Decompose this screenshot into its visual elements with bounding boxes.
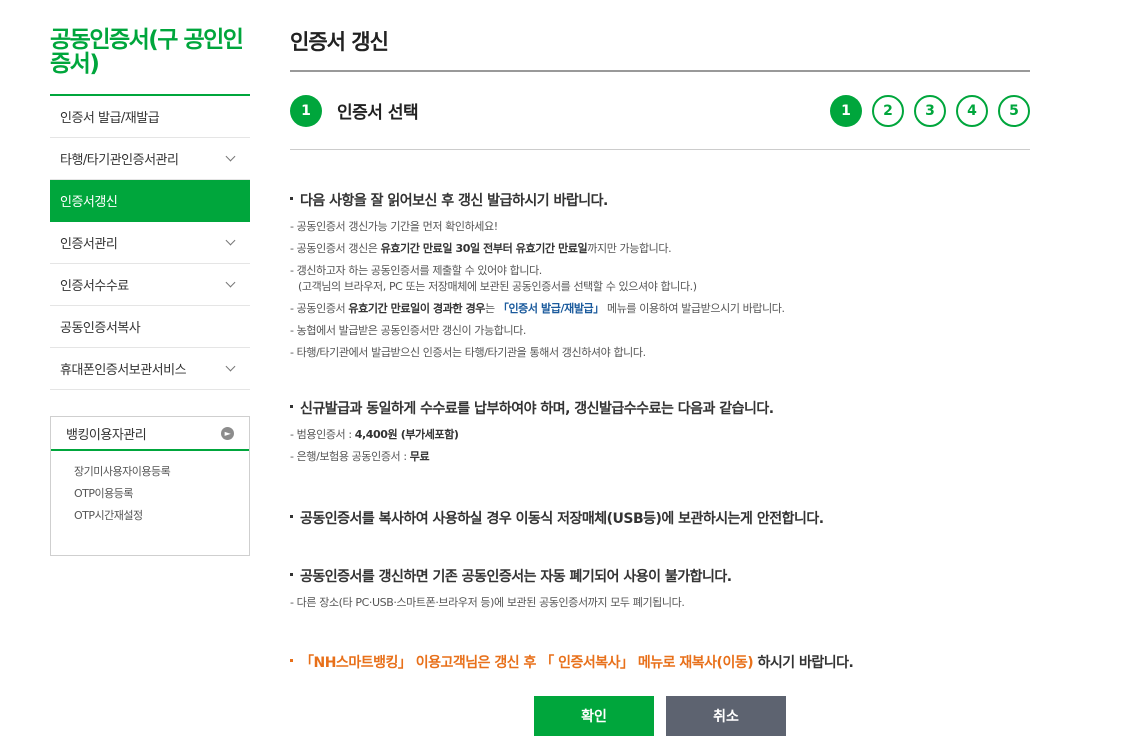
- step-indicator: 1 2 3 4 5: [830, 94, 1030, 127]
- notice-item: - 농협에서 발급받은 공동인증서만 갱신이 가능합니다.: [290, 324, 526, 337]
- notice-title-2: 신규발급과 동일하게 수수료를 납부하여야 하며, 갱신발급수수료는 다음과 같…: [290, 398, 1030, 418]
- notice-item: - 은행/보험용 공동인증서 : 무료: [290, 450, 430, 463]
- notice-content: 다음 사항을 잘 읽어보신 후 갱신 발급하시기 바랍니다. - 공동인증서 갱…: [290, 150, 1030, 672]
- chevron-down-icon: [225, 361, 236, 372]
- sidebar-item-cert-fee[interactable]: 인증서수수료: [50, 264, 250, 306]
- confirm-button[interactable]: 확인: [534, 696, 654, 736]
- sidebar-item-other-bank-cert[interactable]: 타행/타기관인증서관리: [50, 138, 250, 180]
- chevron-down-icon: [225, 151, 236, 162]
- arrow-right-circle-icon: ►: [221, 426, 234, 440]
- sidebar-item-cert-copy[interactable]: 공동인증서복사: [50, 306, 250, 348]
- chevron-down-icon: [225, 235, 236, 246]
- notice-item: - 갱신하고자 하는 공동인증서를 제출할 수 있어야 합니다. (고객님의 브라…: [290, 264, 697, 293]
- notice-title-1: 다음 사항을 잘 읽어보신 후 갱신 발급하시기 바랍니다.: [290, 190, 1030, 210]
- step-3: 3: [914, 94, 946, 127]
- sidebar-item-label: 인증서 발급/재발급: [60, 111, 160, 126]
- notice-list-4: - 다른 장소(타 PC·USB·스마트폰·브라우저 등)에 보관된 공동인증서…: [290, 592, 1030, 614]
- notice-title-5: 「NH스마트뱅킹」 이용고객님은 갱신 후 「 인증서복사」 메뉴로 재복사(이…: [290, 652, 1030, 672]
- sidebar-item-cert-renewal[interactable]: 인증서갱신: [50, 180, 250, 222]
- notice-item: - 공동인증서 갱신가능 기간을 먼저 확인하세요!: [290, 220, 498, 233]
- action-buttons: 확인 취소: [534, 696, 786, 736]
- sidebar-item-cert-issue[interactable]: 인증서 발급/재발급: [50, 96, 250, 138]
- step-2: 2: [872, 94, 904, 127]
- sidebar-item-label: 휴대폰인증서보관서비스: [60, 363, 187, 378]
- banking-user-box: 뱅킹이용자관리 ► 장기미사용자이용등록 OTP이용등록 OTP시간재설정: [50, 416, 250, 556]
- banking-link-otp-register[interactable]: OTP이용등록: [74, 483, 249, 505]
- chevron-down-icon: [225, 277, 236, 288]
- notice-title-4: 공동인증서를 갱신하면 기존 공동인증서는 자동 폐기되어 사용이 불가합니다.: [290, 566, 1030, 586]
- sidebar-item-cert-manage[interactable]: 인증서관리: [50, 222, 250, 264]
- notice-list-2: - 범용인증서 : 4,400원 (부가세포함) - 은행/보험용 공동인증서 …: [290, 424, 1030, 468]
- notice-list-1: - 공동인증서 갱신가능 기간을 먼저 확인하세요! - 공동인증서 갱신은 유…: [290, 216, 1030, 364]
- sidebar-item-label: 공동인증서복사: [60, 321, 141, 336]
- step-4: 4: [956, 94, 988, 127]
- banking-link-otp-time-reset[interactable]: OTP시간재설정: [74, 505, 249, 527]
- sidebar-menu: 인증서 발급/재발급 타행/타기관인증서관리 인증서갱신 인증서관리 인증서수수…: [50, 94, 250, 390]
- step-header: 1 인증서 선택 1 2 3 4 5: [290, 72, 1030, 150]
- notice-item: - 범용인증서 : 4,400원 (부가세포함): [290, 428, 459, 441]
- main-content: 인증서 갱신 1 인증서 선택 1 2 3 4 5 다음 사항을 잘 읽어보신 …: [290, 0, 1030, 672]
- sidebar-item-label: 인증서관리: [60, 237, 118, 252]
- step-1: 1: [830, 94, 862, 127]
- page-title: 인증서 갱신: [290, 0, 1030, 72]
- notice-item: - 공동인증서 유효기간 만료일이 경과한 경우는 「인증서 발급/재발급」 메…: [290, 302, 785, 315]
- banking-user-title: 뱅킹이용자관리: [66, 427, 147, 443]
- notice-item: - 다른 장소(타 PC·USB·스마트폰·브라우저 등)에 보관된 공동인증서…: [290, 596, 685, 609]
- sidebar-title: 공동인증서(구 공인인증서): [50, 27, 244, 77]
- sidebar-item-phone-cert-storage[interactable]: 휴대폰인증서보관서비스: [50, 348, 250, 390]
- current-step: 1 인증서 선택: [290, 94, 419, 127]
- banking-link-long-term-unused[interactable]: 장기미사용자이용등록: [74, 461, 249, 483]
- banking-user-list: 장기미사용자이용등록 OTP이용등록 OTP시간재설정: [51, 451, 249, 527]
- sidebar: 공동인증서(구 공인인증서) 인증서 발급/재발급 타행/타기관인증서관리 인증…: [50, 0, 250, 556]
- current-step-number: 1: [290, 94, 322, 127]
- notice-title-3: 공동인증서를 복사하여 사용하실 경우 이동식 저장매체(USB등)에 보관하시…: [290, 508, 1030, 528]
- sidebar-item-label: 인증서갱신: [60, 195, 118, 210]
- banking-user-header[interactable]: 뱅킹이용자관리 ►: [51, 417, 249, 451]
- sidebar-item-label: 타행/타기관인증서관리: [60, 153, 179, 168]
- sidebar-item-label: 인증서수수료: [60, 279, 129, 294]
- step-5: 5: [998, 94, 1030, 127]
- notice-item: - 공동인증서 갱신은 유효기간 만료일 30일 전부터 유효기간 만료일까지만…: [290, 242, 672, 255]
- current-step-label: 인증서 선택: [337, 103, 419, 123]
- cert-issue-link[interactable]: 「인증서 발급/재발급」: [498, 302, 604, 315]
- cancel-button[interactable]: 취소: [666, 696, 786, 736]
- notice-item: - 타행/타기관에서 발급받으신 인증서는 타행/타기관을 통해서 갱신하셔야 …: [290, 346, 646, 359]
